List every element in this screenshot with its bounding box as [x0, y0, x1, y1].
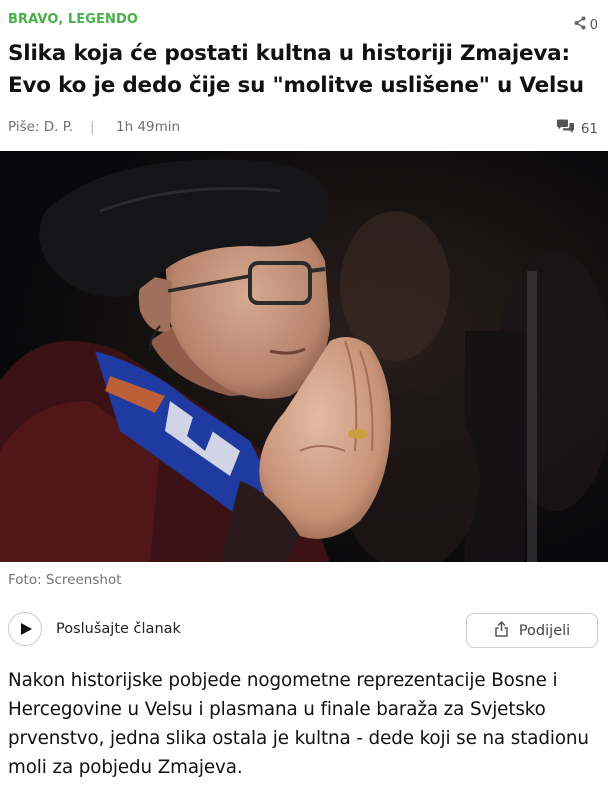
comments-link[interactable]: 61: [556, 119, 598, 138]
listen-label: Poslušajte članak: [56, 621, 181, 637]
share-label: Podijeli: [518, 622, 571, 639]
comments-icon: [556, 119, 575, 138]
play-button[interactable]: [8, 612, 42, 646]
share-count-value: 0: [589, 17, 598, 33]
share-counter[interactable]: 0: [574, 16, 598, 34]
image-caption: Foto: Screenshot: [8, 572, 122, 588]
upload-icon: [494, 620, 509, 641]
share-button[interactable]: Podijeli: [466, 613, 598, 648]
comment-count: 61: [580, 120, 598, 137]
listen-article-button[interactable]: Poslušajte članak: [8, 612, 181, 646]
share-icon: [574, 16, 586, 34]
article-meta: Piše: D. P. | 1h 49min 61: [8, 119, 598, 137]
play-icon: [19, 620, 32, 639]
article-hero-image[interactable]: [0, 151, 608, 562]
article-title: Slika koja će postati kultna u historiji…: [8, 41, 584, 98]
publish-time: 1h 49min: [116, 119, 181, 135]
category-label[interactable]: BRAVO, LEGENDO: [8, 12, 138, 27]
article-lead: Nakon historijske pobjede nogometne repr…: [8, 670, 589, 778]
author: Piše: D. P.: [8, 119, 74, 135]
meta-separator: |: [90, 119, 95, 135]
article-header-bar: BRAVO, LEGENDO 0: [8, 12, 598, 34]
